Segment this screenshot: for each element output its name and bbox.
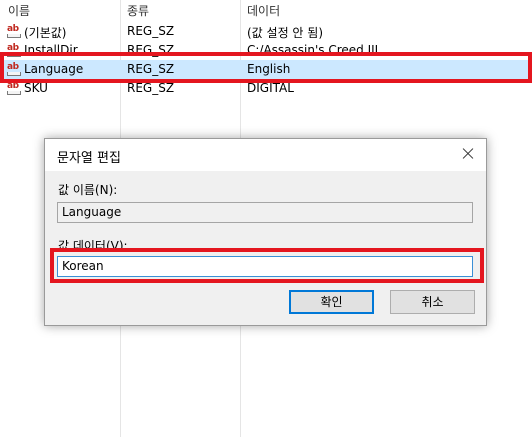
row-type: REG_SZ [127, 43, 175, 57]
value-name-label: 값 이름(N): [58, 183, 118, 197]
dialog-title: 문자열 편집 [57, 151, 121, 166]
dialog-title-bar: 문자열 편집 [45, 139, 486, 171]
close-icon[interactable] [456, 143, 480, 165]
row-data: (값 설정 안 됨) [247, 26, 324, 40]
row-data: DIGITAL [247, 81, 294, 95]
column-header-data[interactable]: 데이터 [247, 2, 280, 19]
row-type: REG_SZ [127, 62, 175, 76]
row-data: English [247, 62, 291, 76]
row-name: SKU [24, 81, 48, 95]
string-value-icon: ab [7, 44, 22, 57]
row-type: REG_SZ [127, 81, 175, 95]
registry-row-selected[interactable]: ab Language REG_SZ English [0, 60, 532, 79]
string-value-icon: ab [7, 82, 22, 95]
row-name: InstallDir [24, 43, 78, 57]
column-header-name[interactable]: 이름 [8, 2, 30, 19]
row-type: REG_SZ [127, 24, 175, 38]
column-header-type[interactable]: 종류 [127, 2, 149, 19]
row-name: (기본값) [24, 26, 67, 40]
cancel-button[interactable]: 취소 [390, 290, 475, 314]
string-value-icon: ab [7, 63, 22, 76]
value-data-input[interactable]: Korean [57, 256, 473, 277]
row-name: Language [24, 62, 84, 76]
registry-row[interactable]: ab (기본값) REG_SZ (값 설정 안 됨) [0, 22, 532, 41]
ok-button[interactable]: 확인 [289, 290, 374, 314]
value-data-label: 값 데이터(V): [58, 239, 128, 253]
string-value-icon: ab [7, 25, 22, 38]
registry-row[interactable]: ab SKU REG_SZ DIGITAL [0, 79, 532, 98]
row-data: C:/Assassin's Creed III [247, 43, 379, 57]
value-name-field[interactable]: Language [57, 202, 473, 223]
edit-string-dialog: 문자열 편집 값 이름(N): Language 값 데이터(V): Korea… [44, 138, 487, 326]
list-header: 이름 종류 데이터 [0, 0, 532, 20]
registry-row[interactable]: ab InstallDir REG_SZ C:/Assassin's Creed… [0, 41, 532, 60]
